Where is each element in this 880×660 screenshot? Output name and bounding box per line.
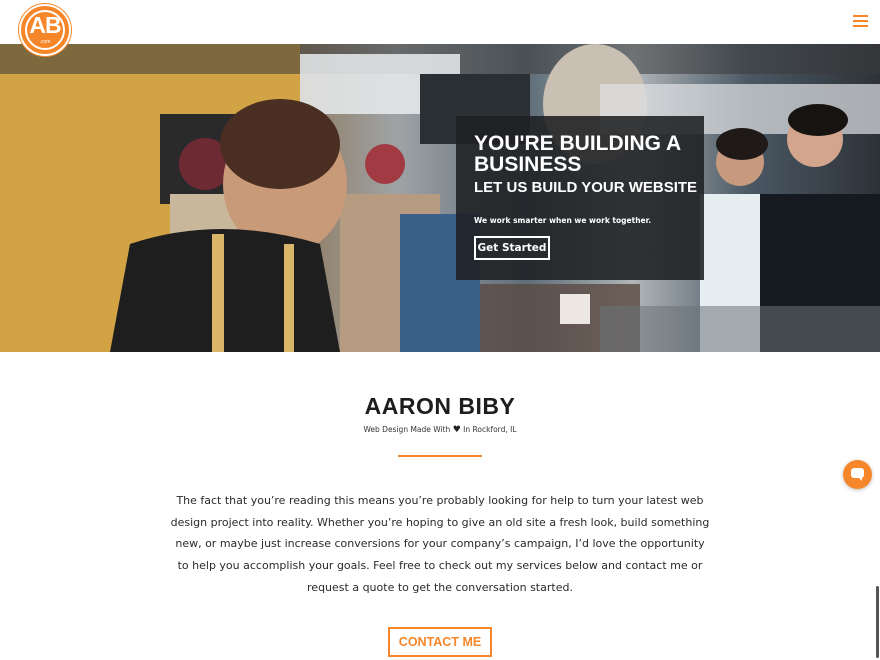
site-header xyxy=(0,0,880,44)
page-title: AARON BIBY xyxy=(364,393,516,419)
hamburger-menu-icon[interactable] xyxy=(853,15,868,27)
chat-bubble-tail xyxy=(858,477,862,481)
logo-text: AB xyxy=(29,12,61,38)
hero-banner: YOU'RE BUILDING A BUSINESS LET US BUILD … xyxy=(0,44,880,352)
hero-overlay-box: YOU'RE BUILDING A BUSINESS LET US BUILD … xyxy=(456,116,704,280)
hero-tagline: We work smarter when we work together. xyxy=(474,216,652,225)
contact-me-button[interactable]: CONTACT ME xyxy=(388,627,492,657)
chat-widget-button[interactable] xyxy=(843,460,872,489)
logo-subtext: .com xyxy=(39,39,51,45)
hero-headline: YOU'RE BUILDING A BUSINESS xyxy=(474,132,681,176)
page-scrollbar[interactable] xyxy=(876,586,879,658)
tagline-text-after: In Rockford, IL xyxy=(463,425,517,434)
intro-paragraph: The fact that you’re reading this means … xyxy=(170,494,710,594)
hero-photo xyxy=(0,44,880,352)
section-divider xyxy=(398,455,482,457)
site-logo[interactable]: AB .com xyxy=(19,4,71,56)
get-started-button[interactable]: Get Started xyxy=(474,236,550,260)
heart-icon: ♥ xyxy=(452,425,461,435)
tagline-text-before: Web Design Made With xyxy=(363,425,451,434)
about-tagline: Web Design Made With ♥ In Rockford, IL xyxy=(0,425,880,435)
hero-subheadline: LET US BUILD YOUR WEBSITE xyxy=(474,179,698,196)
